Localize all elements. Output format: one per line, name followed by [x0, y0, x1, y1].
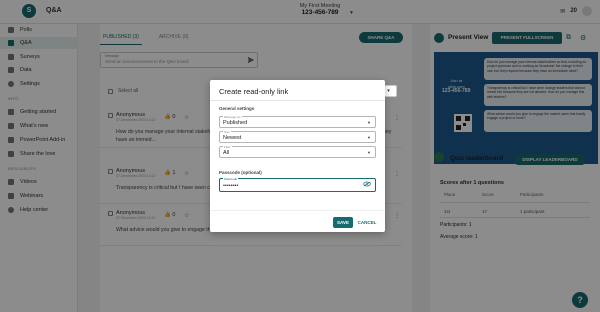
passcode-heading: Passcode (optional) [219, 170, 262, 175]
app-root: S Q&A My First Meeting 123-456-789 ▼ ✉ 2… [0, 0, 600, 312]
modal-title: Create read-only link [219, 87, 289, 96]
eye-slash-icon[interactable] [363, 181, 371, 187]
message-value: Published [223, 120, 248, 126]
chevron-down-icon: ▼ [367, 150, 371, 155]
sort-value: Newest [223, 135, 242, 141]
sort-label: Sort [223, 130, 231, 134]
divider [210, 210, 385, 211]
create-readonly-link-modal: Create read-only link General settings M… [210, 80, 385, 232]
general-settings-heading: General settings [219, 106, 255, 111]
divider [210, 100, 385, 101]
sort-select[interactable]: Sort Newest ▼ [219, 130, 376, 143]
passcode-value: •••••••• [223, 183, 239, 189]
save-button[interactable]: SAVE [333, 217, 353, 228]
passcode-input[interactable]: Passcode •••••••• [219, 177, 376, 192]
passcode-label: Passcode [223, 177, 239, 181]
message-select[interactable]: Message (s) Published ▼ [219, 115, 376, 128]
chevron-down-icon: ▼ [367, 120, 371, 125]
filter-value: All [223, 150, 230, 156]
message-label: Message (s) [223, 115, 242, 119]
chevron-down-icon: ▼ [367, 135, 371, 140]
filter-label: Filter [223, 145, 232, 149]
filter-select[interactable]: Filter All ▼ [219, 145, 376, 158]
cancel-button[interactable]: CANCEL [356, 217, 378, 228]
